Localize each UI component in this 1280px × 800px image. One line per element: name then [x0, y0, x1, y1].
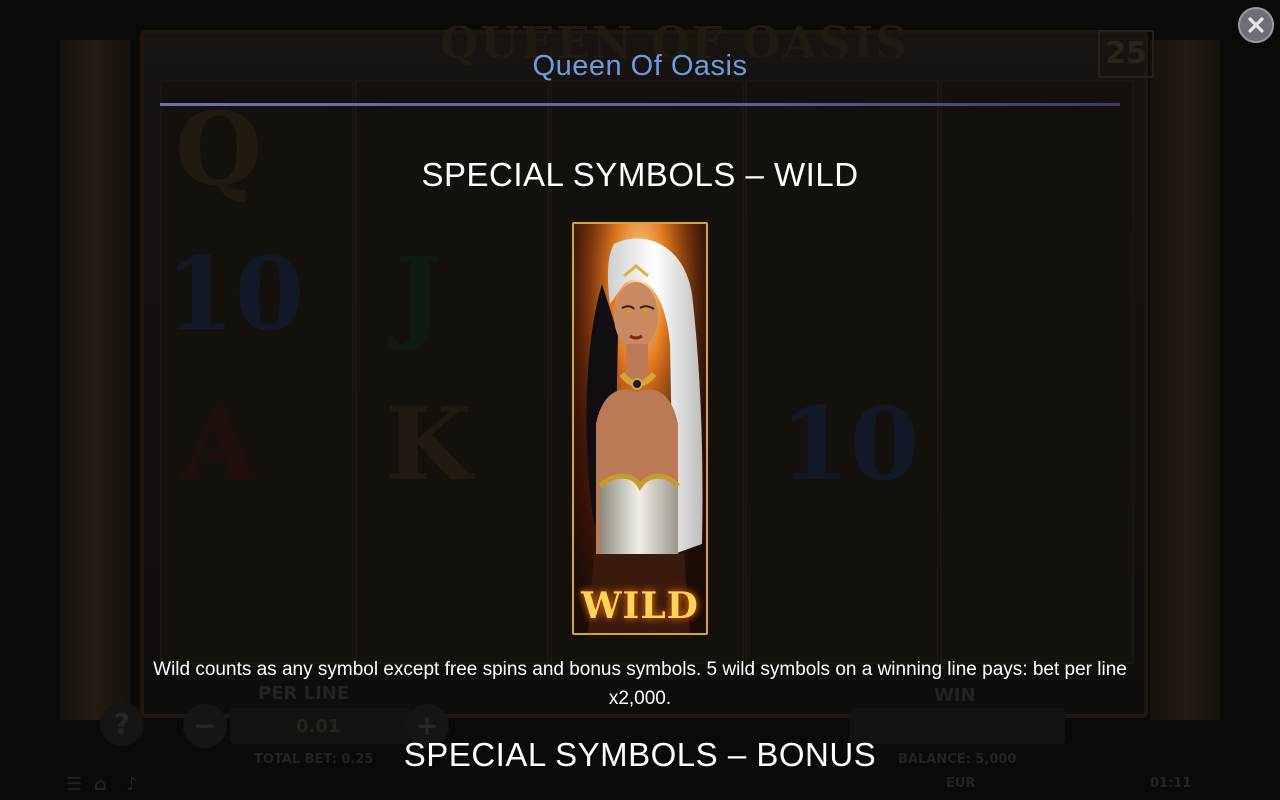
- sound-icon[interactable]: ♪: [126, 774, 138, 795]
- left-pillar: [60, 40, 130, 720]
- per-line-value: 0.01: [296, 716, 341, 737]
- wild-symbol-card: WILD: [572, 222, 708, 635]
- section-heading-wild: SPECIAL SYMBOLS – WILD: [421, 156, 859, 193]
- wild-label: WILD: [581, 585, 699, 627]
- page-title: Queen Of Oasis: [532, 50, 748, 82]
- close-button[interactable]: [1238, 7, 1274, 43]
- reel-symbol: J: [395, 235, 443, 353]
- reel-symbol: 10: [780, 385, 920, 503]
- menu-icon[interactable]: ☰: [66, 774, 82, 795]
- reel-symbol: 10: [165, 235, 305, 353]
- queen-portrait: [574, 224, 706, 633]
- wild-description: Wild counts as any symbol except free sp…: [153, 659, 1127, 709]
- reel-symbol: K: [385, 385, 472, 503]
- reel-symbol: A: [180, 385, 258, 503]
- currency: EUR: [946, 776, 976, 791]
- clock: 01:11: [1150, 776, 1192, 791]
- title-divider: [160, 103, 1120, 106]
- home-icon[interactable]: ⌂: [94, 774, 107, 795]
- close-icon: [1248, 17, 1264, 33]
- right-pillar: [1150, 40, 1220, 720]
- section-heading-bonus: SPECIAL SYMBOLS – BONUS: [403, 736, 877, 773]
